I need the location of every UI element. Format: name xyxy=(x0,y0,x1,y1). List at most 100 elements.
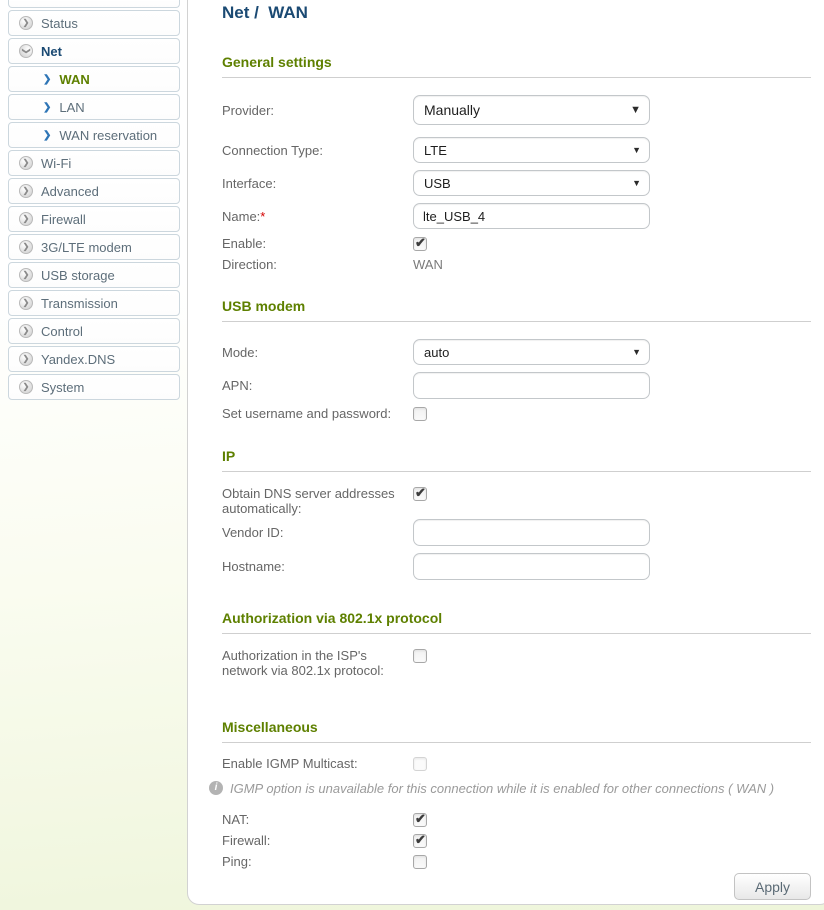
section-heading: USB modem xyxy=(222,298,811,322)
section-ip: IP Obtain DNS server addresses automatic… xyxy=(222,448,811,580)
chevron-down-circle-icon: ❯ xyxy=(19,44,33,58)
auth-8021x-checkbox[interactable] xyxy=(413,649,427,663)
sidebar-item-label: WAN xyxy=(59,72,89,87)
section-heading: Miscellaneous xyxy=(222,719,811,743)
mode-select[interactable]: auto ▼ xyxy=(413,339,650,365)
apn-input[interactable] xyxy=(413,372,650,399)
sidebar-item-wan-reservation[interactable]: ❯ WAN reservation xyxy=(8,122,180,148)
interface-label: Interface: xyxy=(222,176,413,191)
sidebar-item-label: Firewall xyxy=(41,212,86,227)
chevron-right-circle-icon: ❯ xyxy=(19,296,33,310)
nat-checkbox[interactable] xyxy=(413,813,427,827)
sidebar-item-label: 3G/LTE modem xyxy=(41,240,132,255)
select-value: auto xyxy=(424,345,449,360)
ping-checkbox[interactable] xyxy=(413,855,427,869)
provider-select[interactable]: Manually ▼ xyxy=(413,95,650,125)
apn-label: APN: xyxy=(222,378,413,393)
provider-label: Provider: xyxy=(222,103,413,118)
chevron-right-circle-icon: ❯ xyxy=(19,268,33,282)
sidebar-item-label: LAN xyxy=(59,100,84,115)
sidebar-item-cutoff[interactable] xyxy=(8,0,180,8)
chevron-right-circle-icon: ❯ xyxy=(19,184,33,198)
hostname-label: Hostname: xyxy=(222,559,413,574)
connection-type-label: Connection Type: xyxy=(222,143,413,158)
sidebar-item-label: WAN reservation xyxy=(59,128,157,143)
direction-value: WAN xyxy=(413,257,443,272)
igmp-info-note: i IGMP option is unavailable for this co… xyxy=(209,781,811,796)
dropdown-arrow-icon: ▼ xyxy=(632,145,641,155)
vendor-id-input[interactable] xyxy=(413,519,650,546)
sub-arrow-icon: ❯ xyxy=(43,74,51,85)
auth-8021x-label: Authorization in the ISP's network via 8… xyxy=(222,648,413,678)
section-usb-modem: USB modem Mode: auto ▼ APN: Set username… xyxy=(222,298,811,421)
sidebar-item-usb-storage[interactable]: ❯ USB storage xyxy=(8,262,180,288)
sidebar-item-label: Transmission xyxy=(41,296,118,311)
chevron-right-circle-icon: ❯ xyxy=(19,156,33,170)
enable-igmp-multicast-checkbox xyxy=(413,757,427,771)
sidebar-item-yandex-dns[interactable]: ❯ Yandex.DNS xyxy=(8,346,180,372)
firewall-label: Firewall: xyxy=(222,833,413,848)
ping-label: Ping: xyxy=(222,854,413,869)
set-username-password-label: Set username and password: xyxy=(222,406,413,421)
chevron-right-circle-icon: ❯ xyxy=(19,352,33,366)
select-value: USB xyxy=(424,176,451,191)
sidebar-item-label: Advanced xyxy=(41,184,99,199)
interface-select[interactable]: USB ▼ xyxy=(413,170,650,196)
sidebar-item-wifi[interactable]: ❯ Wi-Fi xyxy=(8,150,180,176)
sidebar-item-transmission[interactable]: ❯ Transmission xyxy=(8,290,180,316)
chevron-right-circle-icon: ❯ xyxy=(19,16,33,30)
set-username-password-checkbox[interactable] xyxy=(413,407,427,421)
sidebar-item-wan[interactable]: ❯ WAN xyxy=(8,66,180,92)
sidebar-item-3g-lte-modem[interactable]: ❯ 3G/LTE modem xyxy=(8,234,180,260)
mode-label: Mode: xyxy=(222,345,413,360)
hostname-input[interactable] xyxy=(413,553,650,580)
sidebar-item-advanced[interactable]: ❯ Advanced xyxy=(8,178,180,204)
sidebar-item-firewall[interactable]: ❯ Firewall xyxy=(8,206,180,232)
section-miscellaneous: Miscellaneous Enable IGMP Multicast: i I… xyxy=(222,719,811,869)
firewall-checkbox[interactable] xyxy=(413,834,427,848)
dropdown-arrow-icon: ▼ xyxy=(632,178,641,188)
page-title: Net / WAN xyxy=(222,3,811,23)
nat-label: NAT: xyxy=(222,812,413,827)
sidebar-item-label: System xyxy=(41,380,84,395)
section-heading: Authorization via 802.1x protocol xyxy=(222,610,811,634)
sidebar: ❯ Status ❯ Net ❯ WAN ❯ LAN ❯ WAN reserva… xyxy=(8,0,180,402)
sidebar-item-system[interactable]: ❯ System xyxy=(8,374,180,400)
sidebar-item-lan[interactable]: ❯ LAN xyxy=(8,94,180,120)
enable-igmp-multicast-label: Enable IGMP Multicast: xyxy=(222,756,413,771)
sidebar-item-label: Net xyxy=(41,44,62,59)
sidebar-item-label: Control xyxy=(41,324,83,339)
igmp-info-text: IGMP option is unavailable for this conn… xyxy=(230,781,774,796)
obtain-dns-checkbox[interactable] xyxy=(413,487,427,501)
sidebar-item-net[interactable]: ❯ Net xyxy=(8,38,180,64)
obtain-dns-label: Obtain DNS server addresses automaticall… xyxy=(222,486,413,516)
sidebar-item-label: Wi-Fi xyxy=(41,156,71,171)
chevron-right-circle-icon: ❯ xyxy=(19,212,33,226)
main-panel: Net / WAN General settings Provider: Man… xyxy=(187,0,824,905)
vendor-id-label: Vendor ID: xyxy=(222,525,413,540)
sub-arrow-icon: ❯ xyxy=(43,130,51,141)
sidebar-item-label: USB storage xyxy=(41,268,115,283)
enable-checkbox[interactable] xyxy=(413,237,427,251)
section-general-settings: General settings Provider: Manually ▼ Co… xyxy=(222,54,811,272)
select-value: LTE xyxy=(424,143,447,158)
required-asterisk: * xyxy=(260,209,265,224)
apply-button[interactable]: Apply xyxy=(734,873,811,900)
sidebar-item-control[interactable]: ❯ Control xyxy=(8,318,180,344)
enable-label: Enable: xyxy=(222,236,413,251)
sub-arrow-icon: ❯ xyxy=(43,102,51,113)
section-heading: IP xyxy=(222,448,811,472)
sidebar-item-label: Status xyxy=(41,16,78,31)
select-value: Manually xyxy=(424,102,480,118)
chevron-right-circle-icon: ❯ xyxy=(19,324,33,338)
sidebar-item-label: Yandex.DNS xyxy=(41,352,115,367)
info-icon: i xyxy=(209,781,223,795)
dropdown-arrow-icon: ▼ xyxy=(632,347,641,357)
dropdown-arrow-icon: ▼ xyxy=(630,104,641,116)
name-input[interactable] xyxy=(413,203,650,229)
sidebar-item-status[interactable]: ❯ Status xyxy=(8,10,180,36)
section-heading: General settings xyxy=(222,54,811,78)
chevron-right-circle-icon: ❯ xyxy=(19,240,33,254)
connection-type-select[interactable]: LTE ▼ xyxy=(413,137,650,163)
section-authorization-8021x: Authorization via 802.1x protocol Author… xyxy=(222,610,811,678)
